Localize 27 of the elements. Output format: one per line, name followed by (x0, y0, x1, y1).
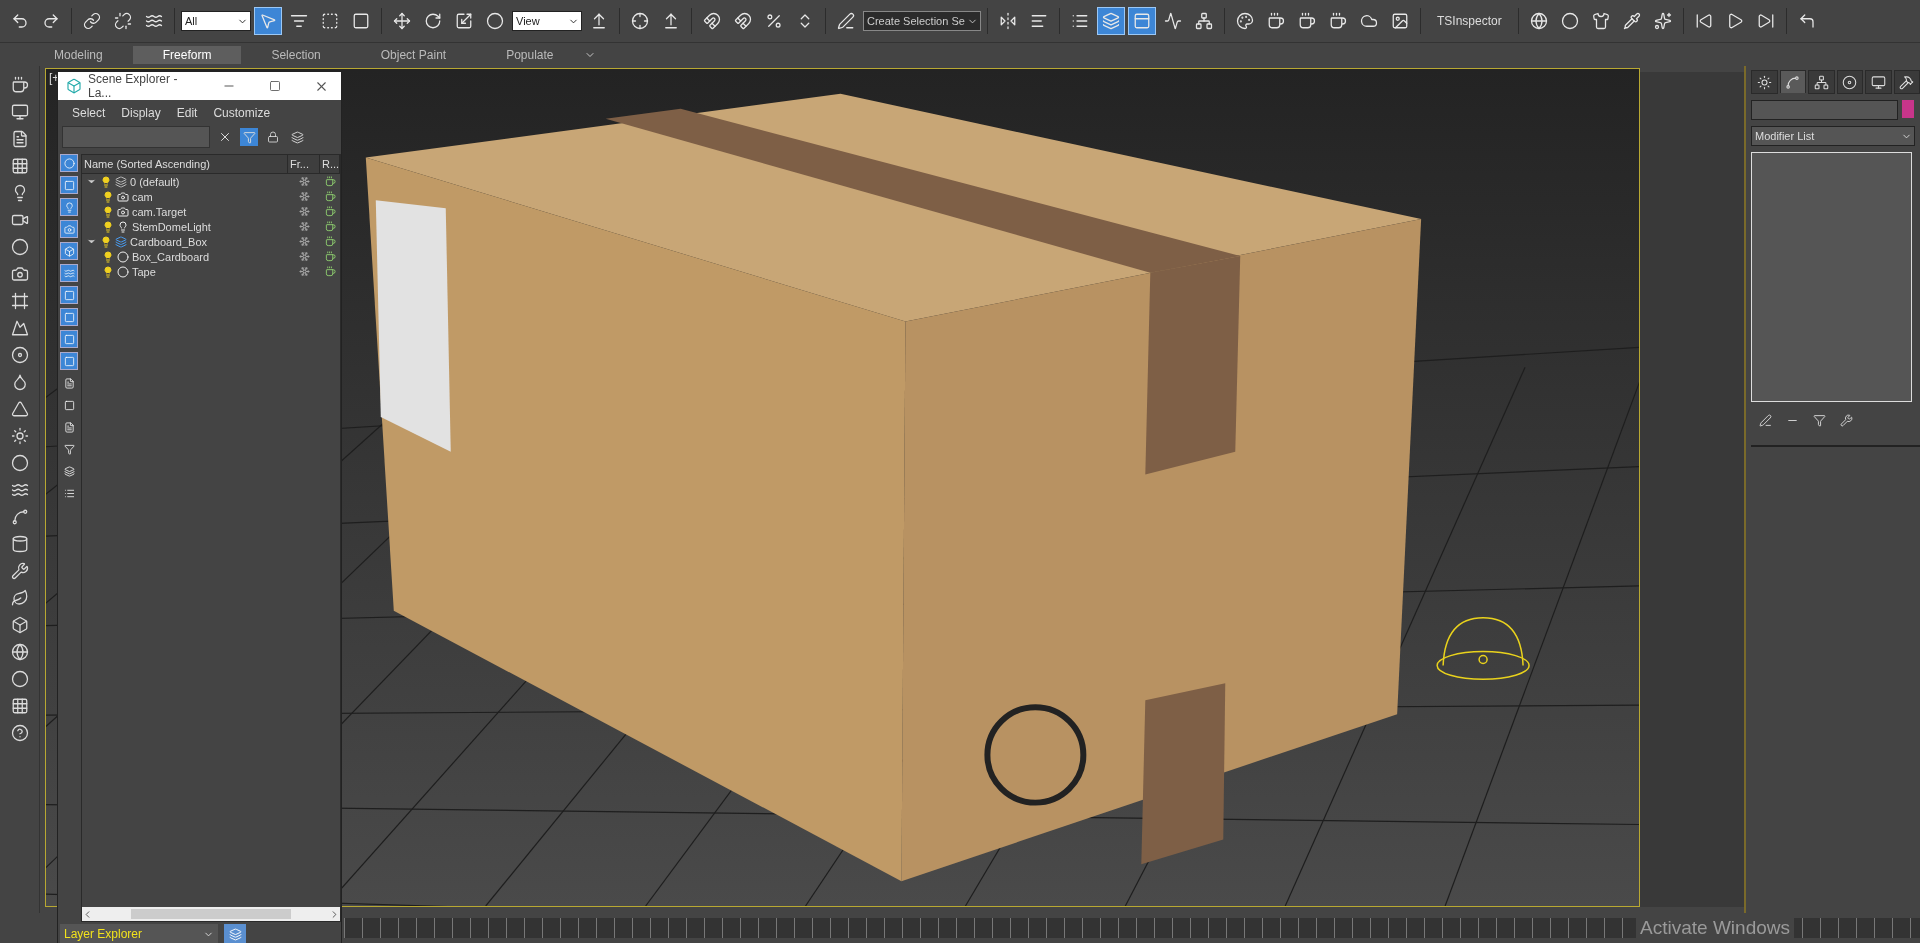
tree-item[interactable]: Box_Cardboard (132, 250, 210, 263)
tree-item[interactable]: Tape (132, 265, 156, 278)
column-header[interactable]: R... (320, 155, 340, 173)
tree-item[interactable]: cam (132, 190, 153, 203)
explorer-dropdown[interactable]: Layer Explorer (60, 924, 218, 943)
dropdown[interactable]: View (512, 11, 582, 31)
window-title: Scene Explorer - La... (88, 72, 179, 100)
activation-notice: Activate Windows (1636, 917, 1794, 939)
modifier-dropdown[interactable]: Modifier List (1751, 126, 1915, 146)
menu-item[interactable]: Display (121, 106, 161, 120)
toolbar-label[interactable]: TSInspector (1427, 14, 1512, 28)
column-header[interactable]: Fr... (288, 155, 320, 173)
ribbon-tab[interactable]: Freeform (132, 45, 242, 64)
tree-item[interactable]: cam.Target (132, 205, 187, 218)
tree-item[interactable]: Cardboard_Box (130, 235, 208, 248)
dropdown[interactable]: Create Selection Se (863, 11, 981, 31)
tree-item[interactable]: StemDomeLight (132, 220, 211, 233)
menu-item[interactable]: Edit (176, 106, 198, 120)
dropdown[interactable]: All (181, 11, 251, 31)
ribbon-tab[interactable]: Object Paint (350, 45, 477, 64)
menu-item[interactable]: Select (72, 106, 106, 120)
ribbon-tab[interactable]: Modeling (24, 45, 133, 64)
tree-item[interactable]: 0 (default) (130, 175, 180, 188)
menu-item[interactable]: Customize (213, 106, 271, 120)
column-header[interactable]: Name (Sorted Ascending) (82, 155, 288, 173)
ribbon-tab[interactable]: Populate (476, 45, 584, 64)
ribbon-tab[interactable]: Selection (241, 45, 351, 64)
